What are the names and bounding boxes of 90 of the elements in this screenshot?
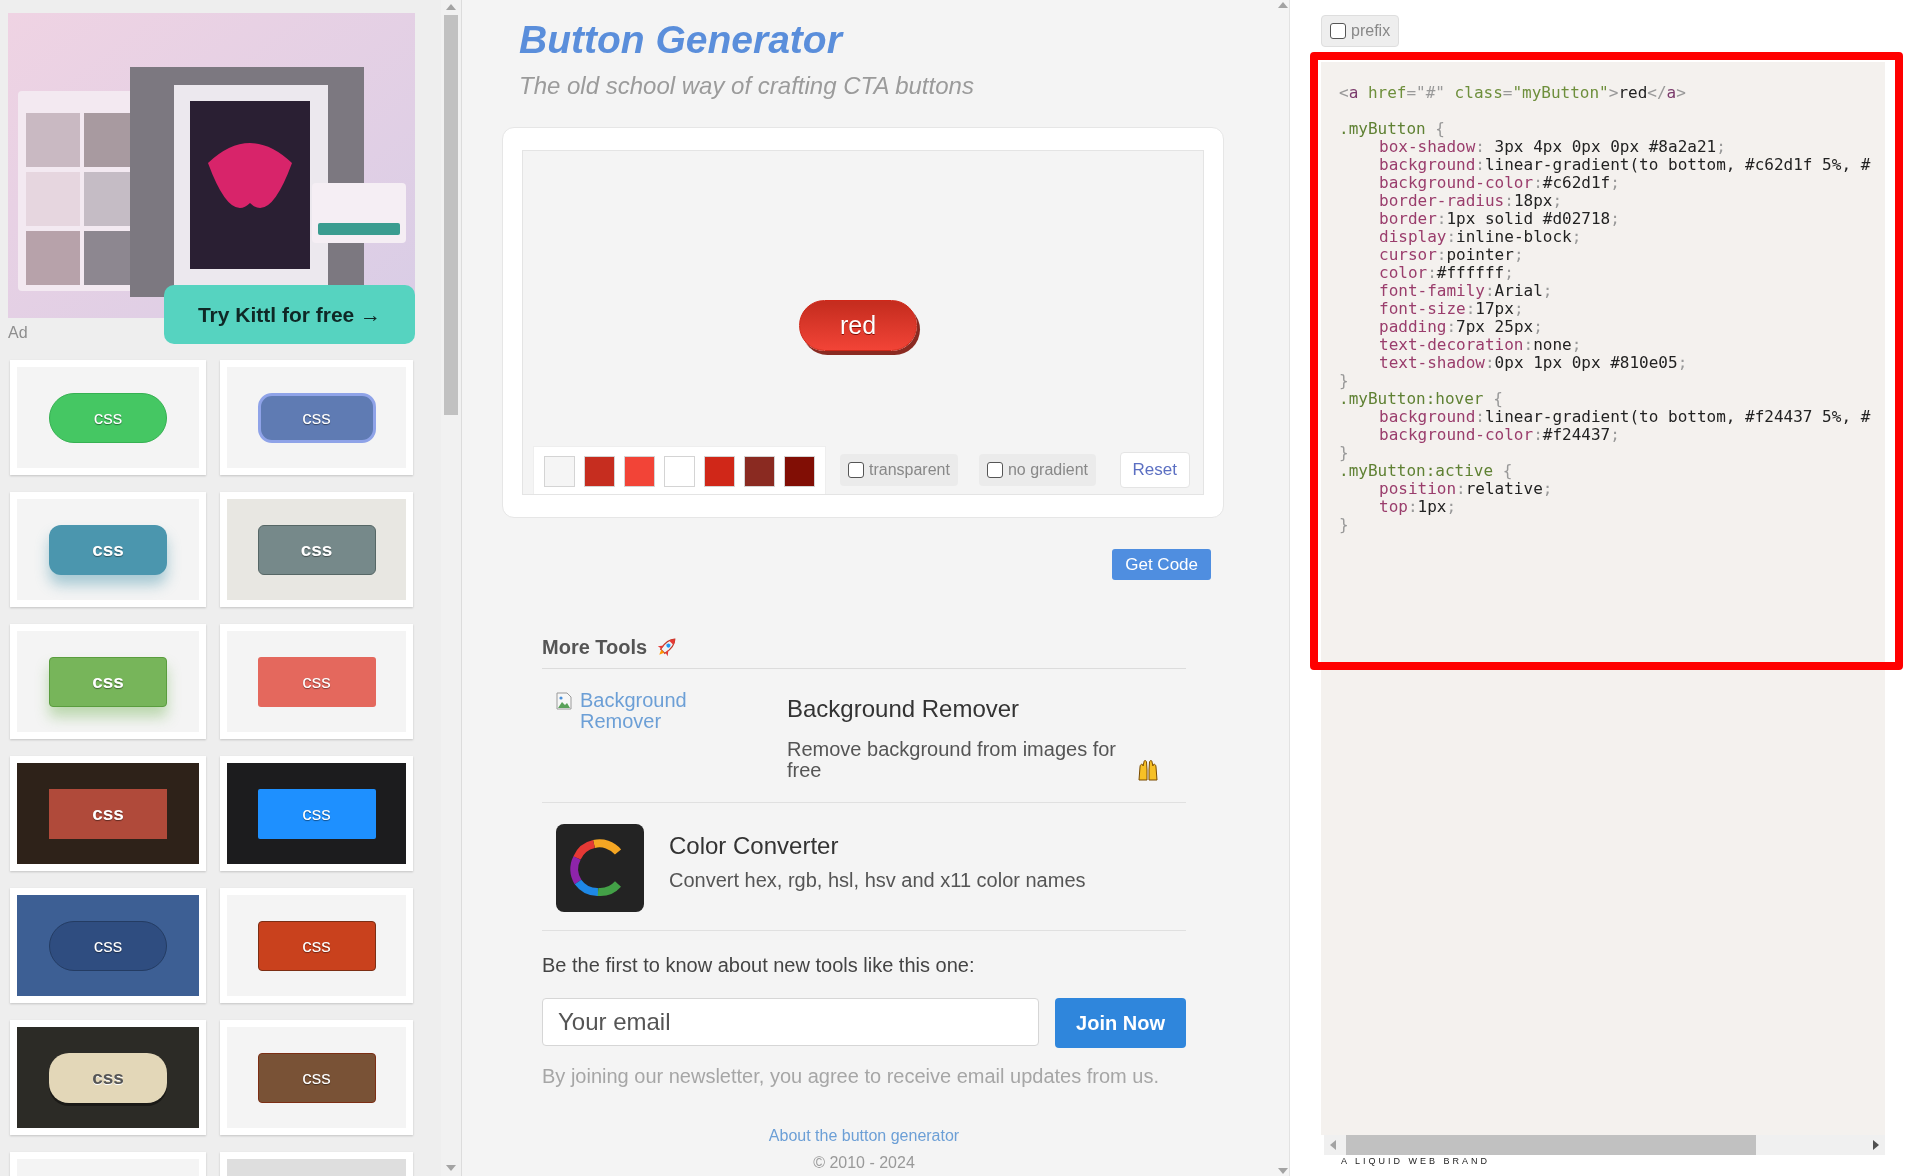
scrollbar[interactable] — [441, 0, 462, 1176]
newsletter-note: By joining our newsletter, you agree to receive email updates from us. — [542, 1065, 1159, 1087]
page-title: Button Generator — [519, 17, 842, 63]
checkbox[interactable]: transparent — [840, 454, 958, 486]
section-heading: More Tools — [542, 635, 648, 659]
code-line: text-decoration:none; — [1378, 336, 1582, 354]
image-alt-link[interactable]: Background Remover — [580, 690, 695, 732]
css-button-sample: css — [257, 920, 376, 971]
preset-card[interactable]: css — [220, 624, 413, 739]
raised-hands-icon — [1136, 758, 1160, 782]
css-button-sample: css — [257, 1052, 376, 1103]
tool-title: Background Remover — [787, 695, 1021, 723]
code-line: position:relative; — [1378, 480, 1553, 498]
code-line: box-shadow: 3px 4px 0px 0px #8a2a21; — [1378, 138, 1726, 156]
scroll-up-arrow-icon[interactable] — [446, 4, 456, 10]
color-swatch[interactable] — [544, 456, 575, 487]
code-line: font-family:Arial; — [1378, 282, 1553, 300]
css-button-sample: css — [49, 920, 167, 971]
scroll-up-arrow-icon[interactable] — [1277, 2, 1288, 8]
rainbow-ring-icon[interactable] — [556, 824, 644, 912]
code-line: display:inline-block; — [1378, 228, 1582, 246]
preset-card[interactable]: css — [220, 1020, 413, 1135]
preset-card[interactable]: css — [220, 888, 413, 1003]
join-now-button[interactable]: Join Now — [1055, 998, 1186, 1048]
preset-card[interactable]: css — [220, 360, 413, 475]
scrollbar-thumb[interactable] — [1346, 1135, 1756, 1155]
color-swatch[interactable] — [664, 456, 695, 487]
code-line: .myButton { — [1339, 120, 1445, 138]
preset-card[interactable]: css — [10, 888, 206, 1003]
scroll-left-arrow-icon[interactable] — [1330, 1140, 1336, 1150]
code-line: text-shadow:0px 1px 0px #810e05; — [1378, 354, 1688, 372]
color-swatch[interactable] — [584, 456, 615, 487]
code-line: font-size:17px; — [1378, 300, 1524, 318]
code-line: border:1px solid #d02718; — [1378, 210, 1620, 228]
broken-image-icon — [556, 692, 572, 710]
checkbox[interactable]: no gradient — [978, 454, 1096, 486]
try-free-button[interactable]: Try Kittl for free → — [164, 285, 415, 344]
reset-button[interactable]: Reset — [1119, 452, 1190, 488]
code-line: background-color:#f24437; — [1378, 426, 1620, 444]
preset-card[interactable]: css — [220, 756, 413, 871]
tool-title: Color Converter — [669, 832, 840, 860]
color-swatch[interactable] — [784, 456, 815, 487]
tool-description: Remove background from images for free — [787, 739, 1118, 781]
preset-card[interactable]: css — [10, 756, 206, 871]
scroll-down-arrow-icon[interactable] — [1277, 1168, 1288, 1174]
css-button-sample: css — [257, 788, 376, 839]
css-button-sample: css — [257, 524, 376, 575]
color-swatch[interactable] — [744, 456, 775, 487]
code-line: padding:7px 25px; — [1378, 318, 1543, 336]
css-button-sample: css — [49, 392, 167, 443]
scrollbar-thumb[interactable] — [444, 15, 458, 415]
get-code-button[interactable]: Get Code — [1112, 549, 1211, 580]
code-line: border-radius:18px; — [1378, 192, 1563, 210]
code-line: top:1px; — [1378, 498, 1457, 516]
code-line: color:#ffffff; — [1378, 264, 1514, 282]
scroll-down-arrow-icon[interactable] — [446, 1165, 456, 1171]
checkbox[interactable]: prefix — [1321, 15, 1400, 47]
horizontal-scrollbar[interactable] — [1324, 1135, 1885, 1155]
ad-label: Ad — [8, 324, 29, 342]
css-button-sample: css — [49, 656, 167, 707]
css-button-sample: css — [49, 524, 167, 575]
code-line: } — [1339, 516, 1349, 534]
page-subtitle: The old school way of crafting CTA buttons — [519, 71, 974, 101]
code-line: <a href="#" class="myButton">red</a> — [1339, 84, 1686, 102]
code-line: .myButton:active { — [1339, 462, 1513, 480]
code-line: cursor:pointer; — [1378, 246, 1524, 264]
preset-card[interactable]: css — [10, 492, 206, 607]
newsletter-prompt: Be the first to know about new tools like this one: — [542, 954, 975, 976]
code-line: .myButton:hover { — [1339, 390, 1503, 408]
preset-card[interactable]: css — [10, 624, 206, 739]
preset-card[interactable]: css — [220, 492, 413, 607]
color-swatch[interactable] — [624, 456, 655, 487]
code-line: background:linear-gradient(to bottom, #c62d1f 5%, # — [1378, 156, 1871, 174]
preset-card[interactable]: css — [10, 360, 206, 475]
code-line: background-color:#c62d1f; — [1378, 174, 1620, 192]
copyright-text: © 2010 - 2024 — [813, 1154, 915, 1172]
email-field[interactable]: Your email — [542, 998, 1039, 1046]
about-link[interactable]: About the button generator — [768, 1127, 960, 1145]
css-button-sample: css — [257, 656, 376, 707]
css-button-sample: css — [257, 392, 376, 443]
preset-card[interactable]: css — [10, 1020, 206, 1135]
code-line: } — [1339, 372, 1349, 390]
code-line: } — [1339, 444, 1349, 462]
tool-description: Convert hex, rgb, hsl, hsv and x11 color names — [669, 870, 1086, 891]
css-button-sample: css — [49, 1052, 167, 1103]
css-button-sample: css — [49, 788, 167, 839]
brand-text: A LIQUID WEB BRAND — [1341, 1156, 1491, 1167]
code-line: background:linear-gradient(to bottom, #f24437 5%, # — [1378, 408, 1871, 426]
scroll-right-arrow-icon[interactable] — [1873, 1140, 1879, 1150]
color-swatch[interactable] — [704, 456, 735, 487]
